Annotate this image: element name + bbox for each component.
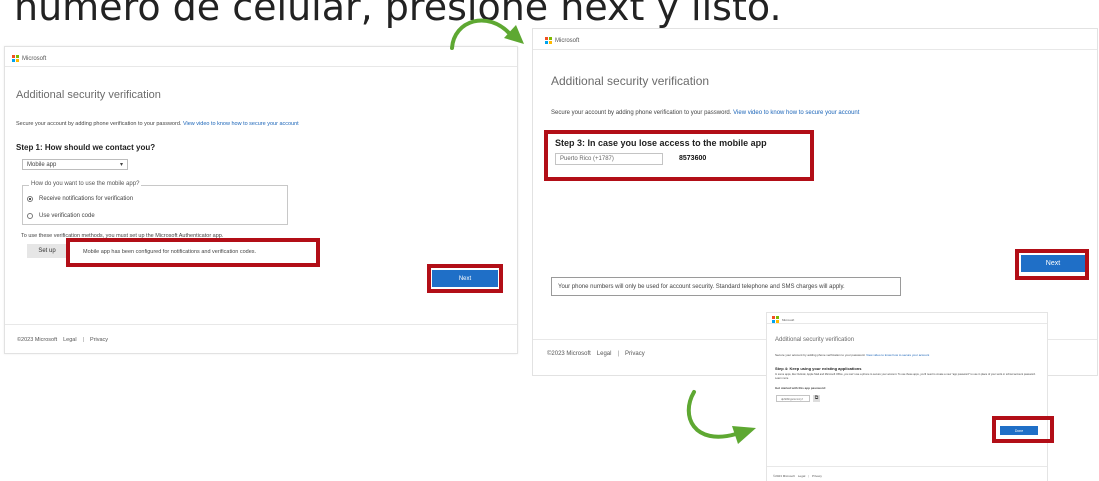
highlight-next [1015, 249, 1089, 280]
setup-button[interactable]: Set up [27, 244, 67, 258]
screenshot-step-1: Microsoft Additional security verificati… [4, 46, 518, 354]
radio-selected-icon[interactable] [27, 196, 33, 202]
contact-method-dropdown[interactable]: Mobile app ▾ [22, 159, 128, 170]
video-link[interactable]: View video to know how to secure your ac… [183, 121, 299, 127]
curved-arrow-icon [450, 18, 524, 50]
highlight-phone [544, 130, 814, 181]
microsoft-logo: Microsoft [12, 55, 46, 62]
intro-text: Secure your account by adding phone veri… [551, 110, 860, 116]
mobile-app-options [22, 185, 288, 225]
copy-icon[interactable]: ⧉ [813, 395, 820, 402]
curved-arrow-icon [686, 390, 756, 444]
step-title: Step 4: Keep using your existing applica… [775, 366, 862, 371]
highlight-configured [66, 238, 320, 267]
page-title: Additional security verification [551, 74, 710, 88]
video-link[interactable]: View video to know how to secure your ac… [866, 353, 929, 357]
privacy-link[interactable]: Privacy [812, 474, 822, 478]
screenshot-step-4: Microsoft Additional security verificati… [766, 312, 1048, 481]
privacy-link[interactable]: Privacy [625, 351, 645, 357]
legal-link[interactable]: Legal [63, 337, 76, 343]
highlight-next [427, 264, 503, 293]
legal-link[interactable]: Legal [597, 351, 612, 357]
step-title: Step 1: How should we contact you? [16, 143, 156, 152]
footer: ©2023 Microsoft Legal | Privacy [773, 474, 822, 478]
intro-text: Secure your account by adding phone veri… [16, 121, 299, 127]
page-title: Additional security verification [775, 337, 855, 343]
page-title: Additional security verification [16, 89, 161, 101]
app-password-field[interactable]: qkhtlbhgsrxcmzyf [776, 395, 810, 402]
footer: ©2023 Microsoft Legal | Privacy [547, 351, 645, 357]
get-started-label: Get started with this app password: [775, 386, 826, 390]
app-password-explanation: In some apps, like Outlook, Apple Mail a… [775, 373, 1036, 380]
intro-text: Secure your account by adding phone veri… [775, 353, 930, 357]
security-notice: Your phone numbers will only be used for… [551, 277, 901, 296]
microsoft-logo: Microsoft [772, 316, 794, 323]
fieldset-legend: How do you want to use the mobile app? [29, 181, 142, 187]
microsoft-logo: Microsoft [545, 37, 579, 44]
highlight-done [992, 416, 1054, 443]
option-notifications[interactable]: Receive notifications for verification [27, 196, 133, 202]
video-link[interactable]: View video to know how to secure your ac… [733, 110, 859, 116]
privacy-link[interactable]: Privacy [90, 337, 108, 343]
chevron-down-icon: ▾ [119, 162, 123, 168]
option-verification-code[interactable]: Use verification code [27, 213, 95, 219]
radio-unselected-icon[interactable] [27, 213, 33, 219]
legal-link[interactable]: Legal [798, 474, 805, 478]
footer: ©2023 Microsoft Legal | Privacy [17, 337, 109, 343]
